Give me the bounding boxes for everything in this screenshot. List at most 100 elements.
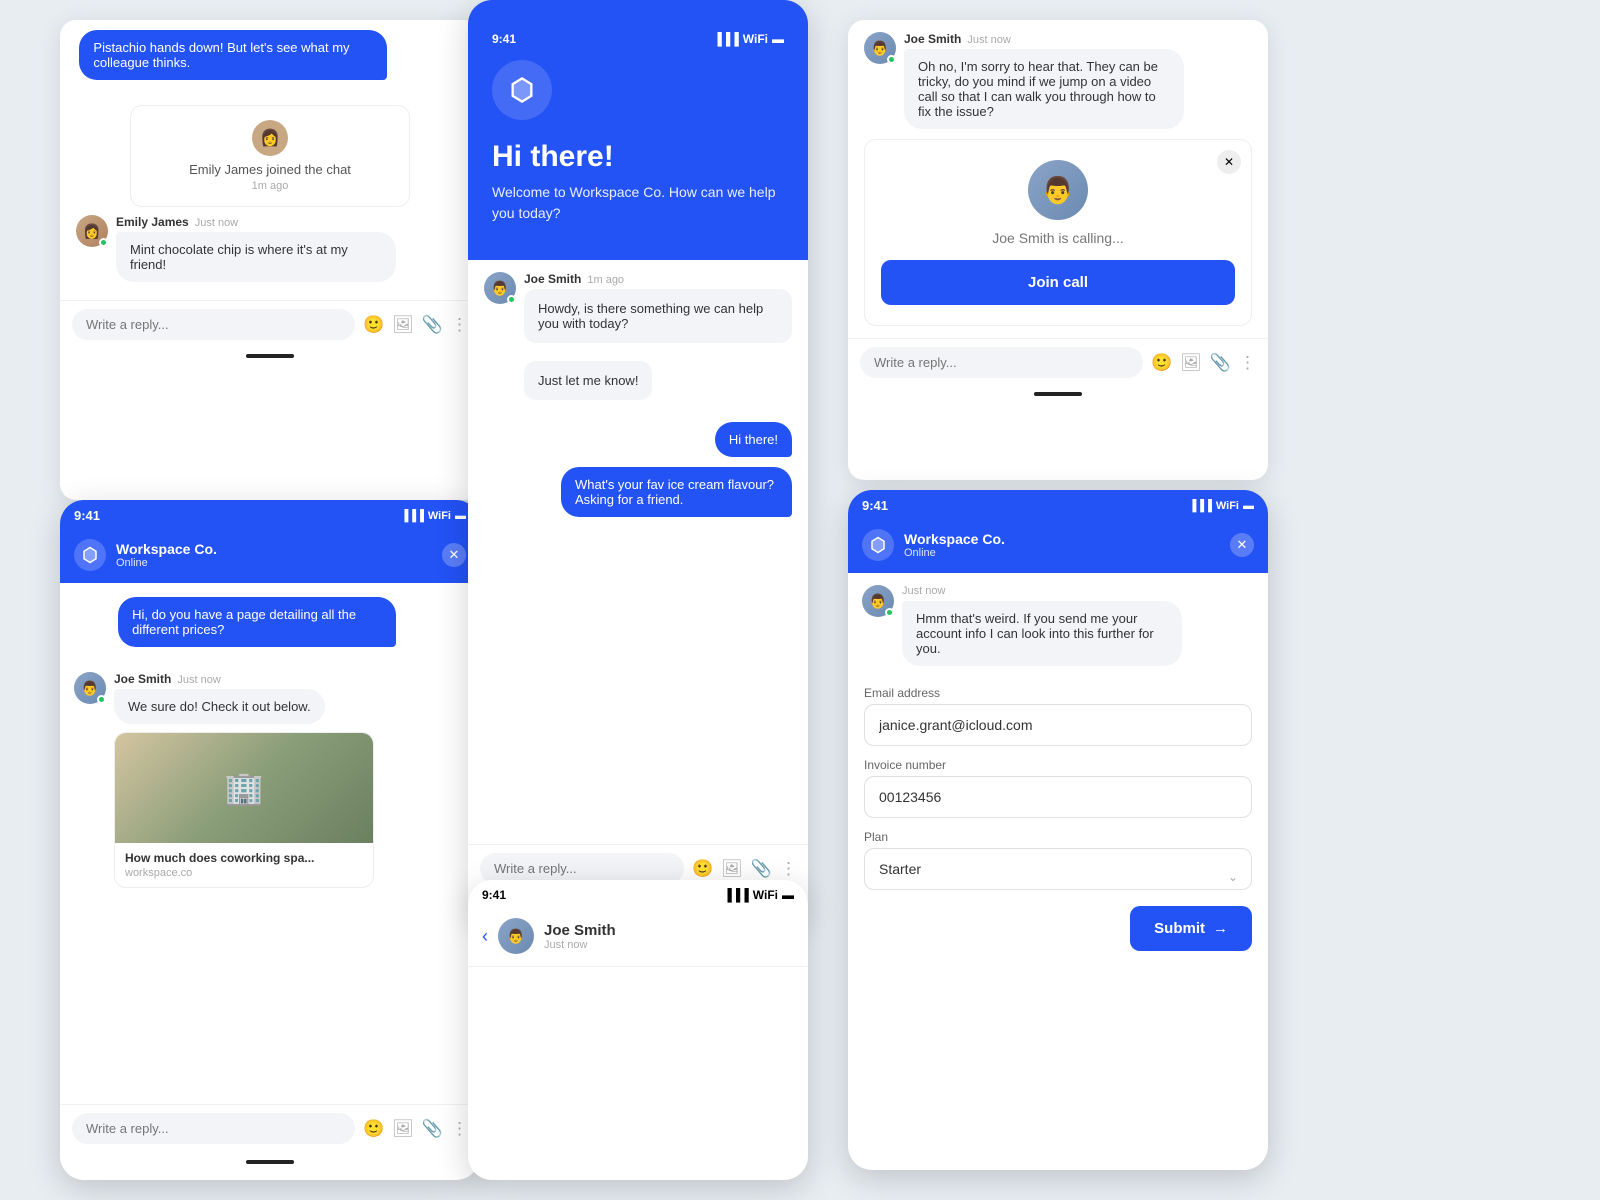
- reply-input[interactable]: [860, 347, 1143, 378]
- status-icons: ▐▐▐ WiFi ▬: [713, 32, 784, 46]
- close-button[interactable]: ✕: [442, 543, 466, 567]
- image-icon[interactable]: 🖼: [1180, 353, 1202, 373]
- email-input[interactable]: [864, 704, 1252, 746]
- agent-msg-section: 👨 Just now Hmm that's weird. If you send…: [848, 573, 1268, 666]
- reply-bar: 🙂 🖼 📎 ⋮: [848, 338, 1268, 386]
- agent-row: 👨 Joe Smith Just now Oh no, I'm sorry to…: [864, 32, 1252, 129]
- wifi-icon: WiFi: [1216, 500, 1239, 512]
- agent-row: 👨 Just now Hmm that's weird. If you send…: [862, 585, 1254, 666]
- chat-header: Workspace Co. Online ✕: [848, 517, 1268, 573]
- attach-icon[interactable]: 📎: [751, 859, 772, 879]
- emoji-icon[interactable]: 🙂: [692, 859, 713, 879]
- read-receipt: ✓✓: [118, 653, 466, 664]
- join-time: 1m ago: [147, 180, 393, 192]
- image-icon[interactable]: 🖼: [392, 1119, 414, 1139]
- msg-row-2: Just let me know!: [524, 361, 792, 410]
- phone-center-frame: 9:41 ▐▐▐ WiFi ▬ ✕ Hi there! Welcome to W…: [468, 0, 808, 920]
- chat-body: Hi, do you have a page detailing all the…: [60, 583, 480, 892]
- brand-name: Workspace Co.: [904, 531, 1005, 547]
- submit-row: Submit →: [864, 906, 1252, 951]
- home-indicator: [246, 354, 294, 358]
- status-icons: ▐▐▐ WiFi ▬: [1188, 500, 1254, 512]
- call-card: ✕ 👨 Joe Smith is calling... Join call: [864, 139, 1252, 326]
- agent-time: 1m ago: [587, 274, 624, 286]
- reply-bar: 🙂 🖼 📎 ⋮: [60, 1104, 480, 1152]
- back-button[interactable]: ‹: [482, 926, 488, 947]
- account-form: Email address Invoice number Plan Starte…: [848, 674, 1268, 963]
- caller-time: Just now: [544, 939, 616, 951]
- avatar: 👨: [862, 585, 894, 617]
- status-bar: 9:41 ▐▐▐ WiFi ▬: [848, 490, 1268, 517]
- agent-message: Hmm that's weird. If you send me your ac…: [902, 601, 1182, 666]
- agent-message-row: 👩 Emily James Just now Mint chocolate ch…: [76, 215, 464, 282]
- invoice-input[interactable]: [864, 776, 1252, 818]
- more-icon[interactable]: ⋮: [1239, 353, 1256, 373]
- sent-row: Hi, do you have a page detailing all the…: [74, 597, 466, 664]
- online-dot: [97, 695, 106, 704]
- avatar: 👩: [76, 215, 108, 247]
- emoji-icon[interactable]: 🙂: [1151, 353, 1172, 373]
- plan-select[interactable]: Starter Pro Enterprise: [864, 848, 1252, 890]
- received-bubble: Mint chocolate chip is where it's at my …: [116, 232, 396, 282]
- sent-bubble: Hi, do you have a page detailing all the…: [118, 597, 396, 647]
- emoji-icon[interactable]: 🙂: [363, 315, 384, 335]
- agent-time: Just now: [177, 674, 220, 686]
- email-label: Email address: [864, 686, 1252, 700]
- brand-logo: [74, 539, 106, 571]
- emoji-icon[interactable]: 🙂: [363, 1119, 384, 1139]
- attach-icon[interactable]: 📎: [422, 315, 443, 335]
- plan-select-wrapper: Starter Pro Enterprise ⌄: [864, 848, 1252, 906]
- hero-subtitle: Welcome to Workspace Co. How can we help…: [492, 182, 784, 224]
- phone-center-bottom-frame: 9:41 ▐▐▐ WiFi ▬ ‹ 👨 Joe Smith Just now: [468, 880, 808, 1180]
- preview-title: How much does coworking spa...: [125, 851, 363, 865]
- status-time: 9:41: [74, 508, 100, 523]
- submit-button[interactable]: Submit →: [1130, 906, 1252, 951]
- caller-avatar: 👨: [1028, 160, 1088, 220]
- signal-icon: ▐▐▐: [723, 888, 749, 902]
- more-icon[interactable]: ⋮: [451, 1119, 468, 1139]
- bot-row-2: What's your fav ice cream flavour? Askin…: [484, 467, 792, 517]
- signal-icon: ▐▐▐: [713, 32, 739, 46]
- agent-name: Emily James: [116, 215, 189, 229]
- image-icon[interactable]: 🖼: [721, 859, 743, 879]
- reply-input[interactable]: [72, 309, 355, 340]
- battery-icon: ▬: [772, 32, 784, 46]
- preview-domain: workspace.co: [125, 867, 363, 879]
- battery-icon: ▬: [782, 888, 794, 902]
- wifi-icon: WiFi: [428, 510, 451, 522]
- agent-time: Just now: [902, 585, 1182, 597]
- preview-text: How much does coworking spa... workspace…: [115, 843, 373, 887]
- avatar-emily: 👩: [252, 120, 288, 156]
- call-card-close[interactable]: ✕: [1217, 150, 1241, 174]
- wifi-icon: WiFi: [743, 32, 768, 46]
- image-icon[interactable]: 🖼: [392, 315, 414, 335]
- hero-logo: [492, 60, 552, 120]
- plan-label: Plan: [864, 830, 1252, 844]
- agent-name: Joe Smith: [904, 32, 961, 46]
- online-indicator: [99, 238, 108, 247]
- online-dot: [885, 608, 894, 617]
- agent-row: 👨 Joe Smith 1m ago Howdy, is there somet…: [484, 272, 792, 353]
- home-indicator: [246, 1160, 294, 1164]
- preview-image: 🏢: [115, 733, 373, 843]
- reply-input[interactable]: [72, 1113, 355, 1144]
- phone-right-frame: 9:41 ▐▐▐ WiFi ▬ Workspace Co. Online ✕ 👨…: [848, 490, 1268, 1170]
- status-time: 9:41: [482, 888, 506, 902]
- read-receipt: ✓✓: [79, 86, 464, 97]
- attach-icon[interactable]: 📎: [1210, 353, 1231, 373]
- close-button[interactable]: ✕: [1230, 533, 1254, 557]
- sent-bubble: Pistachio hands down! But let's see what…: [79, 30, 387, 80]
- join-call-button[interactable]: Join call: [881, 260, 1235, 305]
- brand-name: Workspace Co.: [116, 541, 217, 557]
- more-icon[interactable]: ⋮: [451, 315, 468, 335]
- arrow-right-icon: →: [1213, 920, 1228, 937]
- battery-icon: ▬: [1243, 500, 1254, 512]
- agent-bubble: We sure do! Check it out below.: [114, 689, 325, 724]
- bot-bubble-1: Hi there!: [715, 422, 792, 457]
- link-preview[interactable]: 🏢 How much does coworking spa... workspa…: [114, 732, 374, 888]
- more-icon[interactable]: ⋮: [780, 859, 797, 879]
- online-dot: [507, 295, 516, 304]
- attach-icon[interactable]: 📎: [422, 1119, 443, 1139]
- bot-row-1: Hi there!: [484, 422, 792, 457]
- signal-icon: ▐▐▐: [1188, 500, 1211, 512]
